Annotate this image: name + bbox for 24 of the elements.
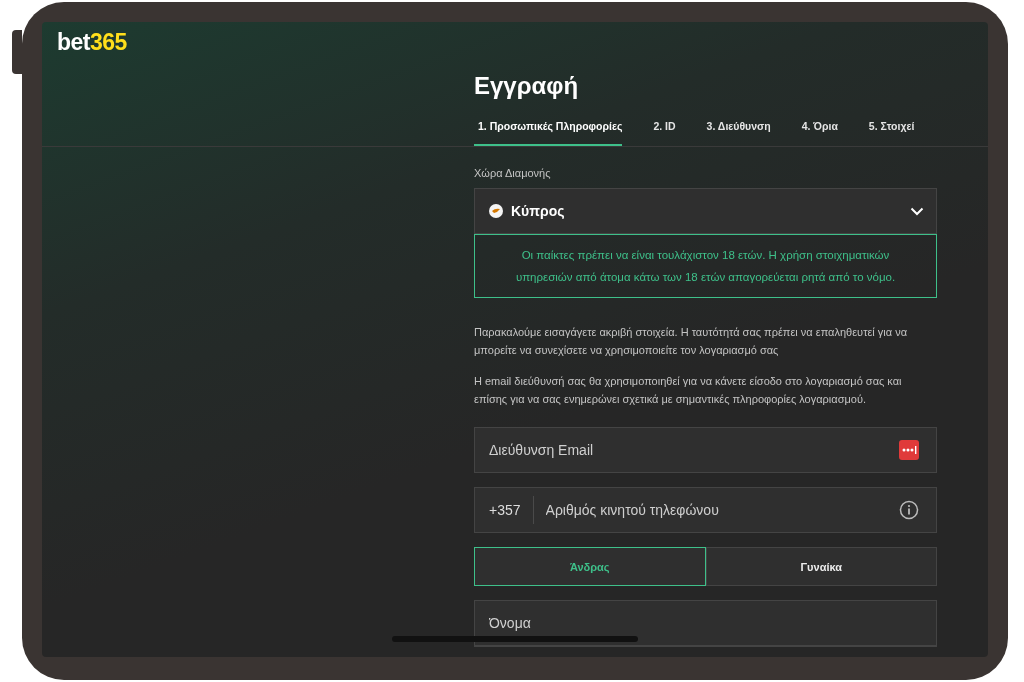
phone-input[interactable]: Αριθμός κινητού τηλεφώνου — [545, 488, 887, 532]
info-text: Η email διεύθυνσή σας θα χρησιμοποιηθεί για να κάνετε είσοδο στο λογαριασμό σας και επίσης για να σας ενημερώνει σχετικά με σημαντικές πληροφορίες λογαριασμού. — [474, 374, 903, 407]
step-tab[interactable]: 3. Διεύθυνση — [702, 120, 771, 146]
password-manager-icon[interactable] — [899, 440, 919, 460]
gender-option[interactable]: Γυναίκα — [705, 547, 937, 586]
country-value: Κύπρος — [511, 203, 566, 219]
step-tab[interactable]: 1. Προσωπικές Πληροφορίες — [474, 120, 623, 146]
logo[interactable]: bet365 — [42, 22, 127, 56]
email-field[interactable]: Διεύθυνση Email — [474, 427, 937, 473]
step-tab[interactable]: 5. Στοιχεί — [864, 120, 915, 146]
info-icon[interactable] — [899, 500, 919, 520]
age-notice: Οι παίκτες πρέπει να είναι τουλάχιστον 18 ετών. Η χρήση στοιχηματικών υπηρεσιών από άτομα κάτω των 18 ετών απαγορεύεται ρητά από το νόμο. — [474, 234, 937, 298]
country-select[interactable]: Κύπρος — [474, 188, 937, 234]
step-tab[interactable]: 4. Όρια — [797, 120, 838, 146]
flag-icon — [489, 204, 503, 218]
step-tab[interactable]: 2. ID — [649, 120, 676, 146]
phone-field[interactable]: +357 Αριθμός κινητού τηλεφώνου — [474, 487, 937, 533]
gender-option[interactable]: Άνδρας — [474, 547, 706, 586]
country-code: +357 — [489, 496, 534, 524]
field-label: Χώρα Διαμονής — [474, 167, 551, 179]
info-text: Παρακαλούμε εισαγάγετε ακριβή στοιχεία. Η ταυτότητά σας πρέπει να επαληθευτεί για να μπορείτε να συνεχίσετε να χρησιμοποιείτε τον λογαριασμό σας — [474, 325, 909, 358]
page-title: Εγγραφή — [474, 72, 579, 100]
email-input[interactable]: Διεύθυνση Email — [489, 428, 887, 472]
chevron-down-icon — [910, 206, 924, 216]
